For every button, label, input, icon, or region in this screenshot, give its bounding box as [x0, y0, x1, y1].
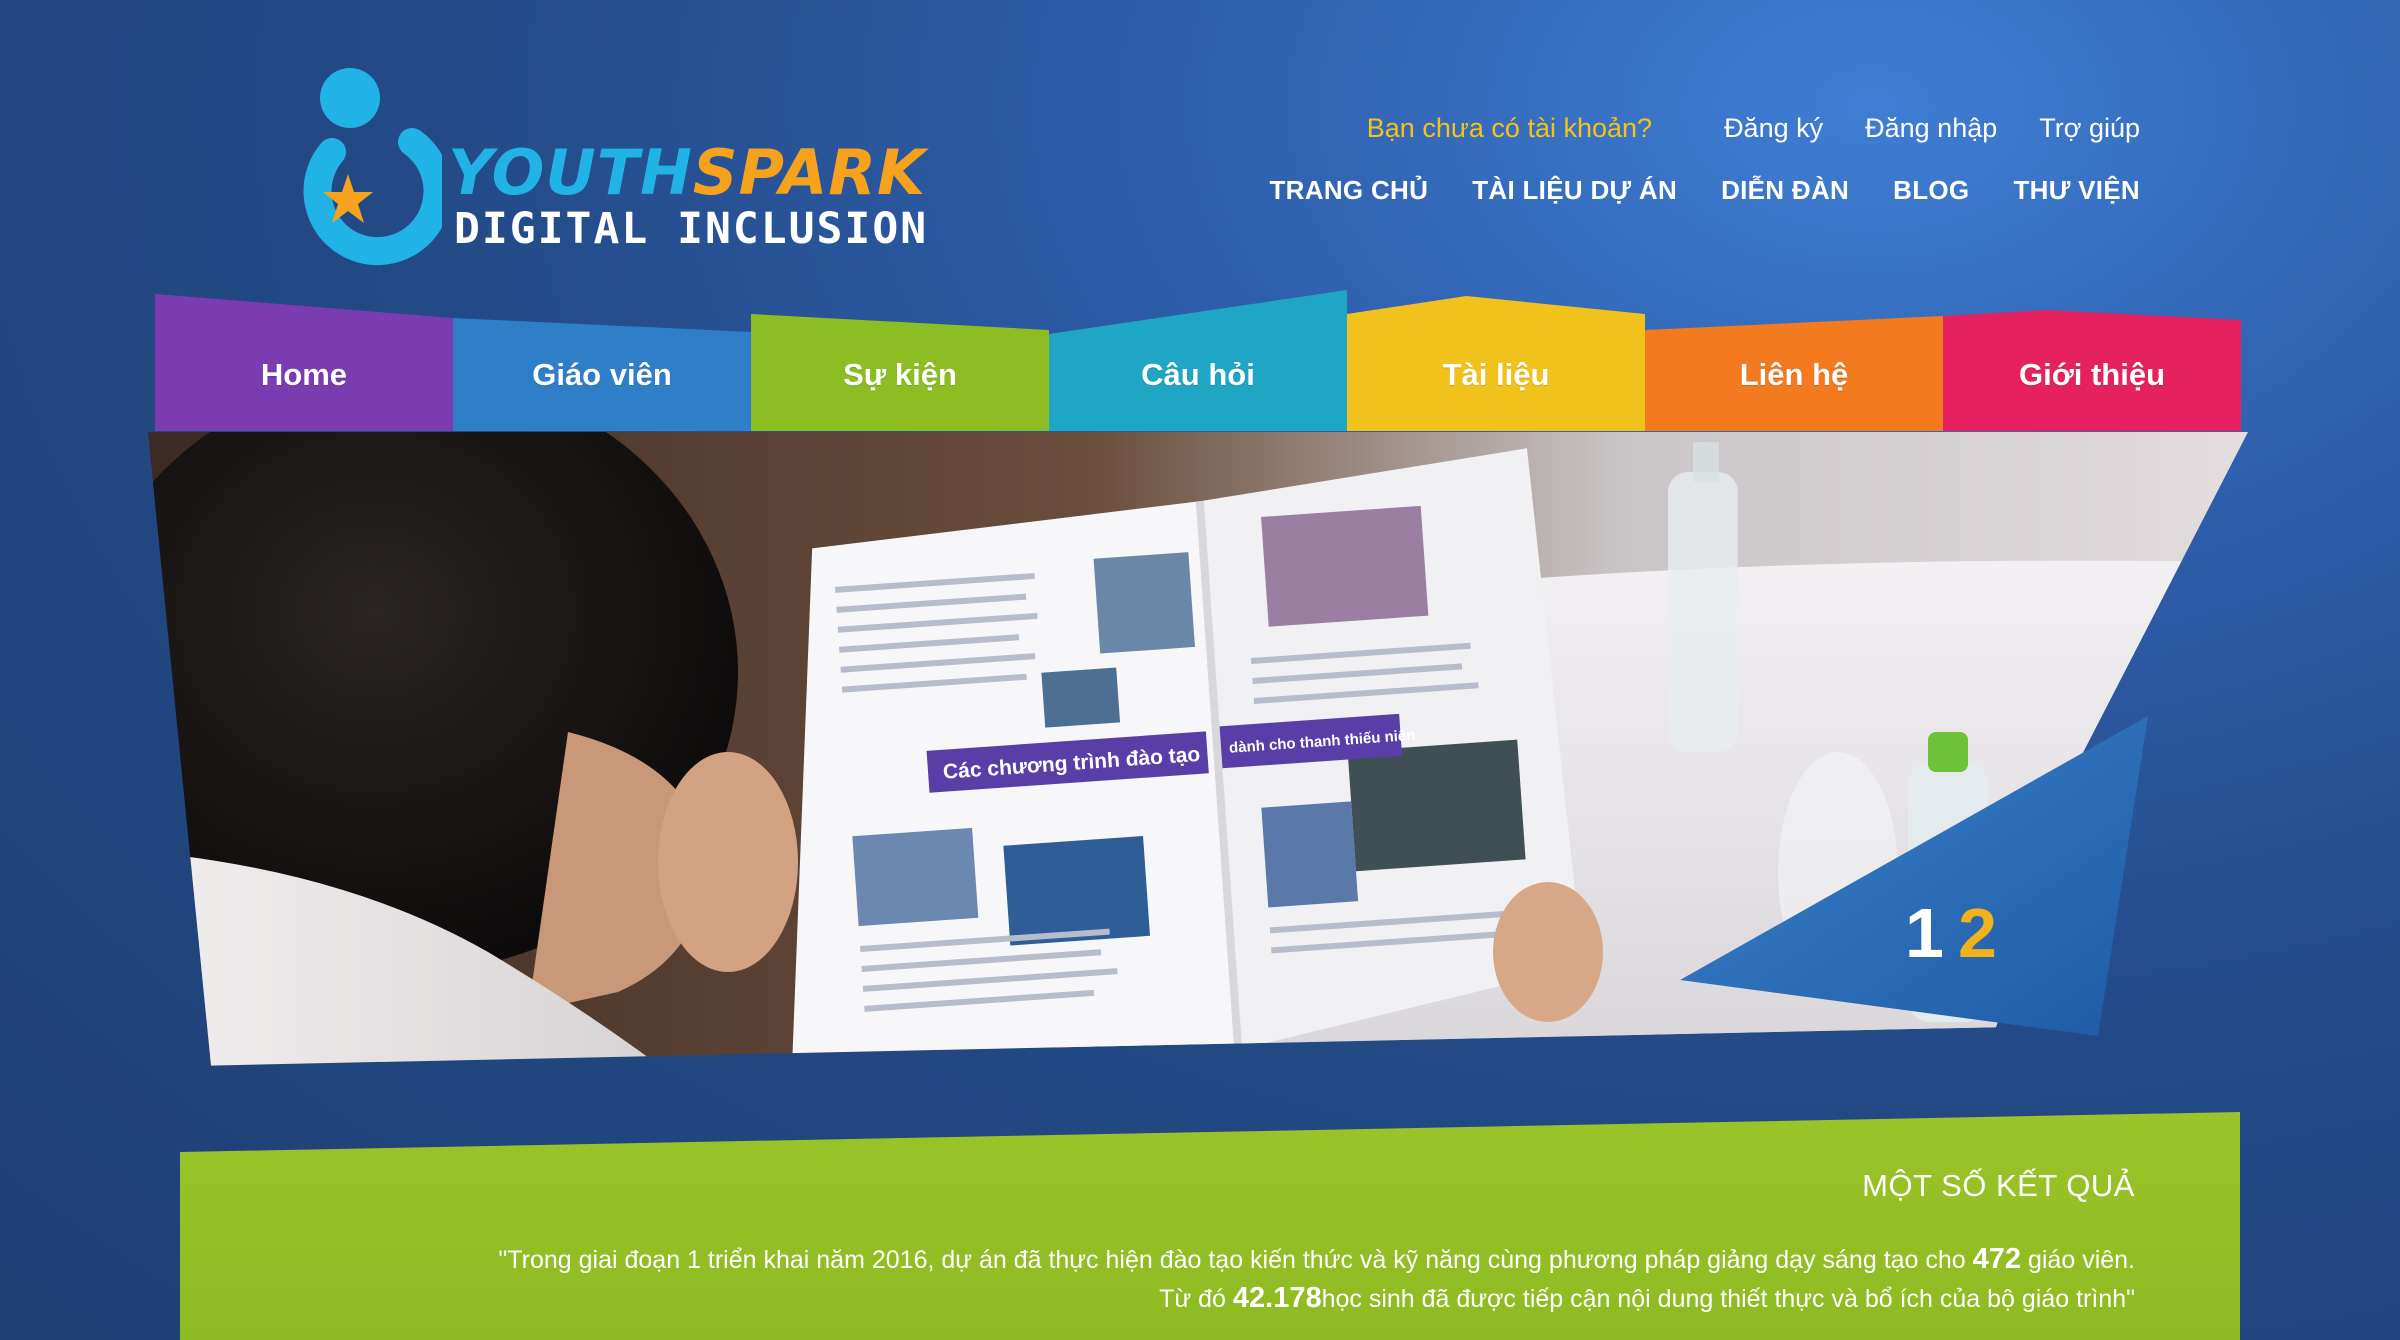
category-tabs: Home Giáo viên Sự kiện Câu hỏi Tài liệu … — [155, 290, 2243, 431]
nav-project-docs[interactable]: TÀI LIỆU DỰ ÁN — [1472, 175, 1677, 206]
nav-home[interactable]: TRANG CHỦ — [1270, 175, 1429, 206]
login-link[interactable]: Đăng nhập — [1865, 113, 1997, 144]
results-line2-post: học sinh đã được tiếp cận nội dung thiết… — [1321, 1285, 2135, 1313]
tab-contact[interactable]: Liên hệ — [1645, 316, 1943, 431]
tab-contact-label: Liên hệ — [1739, 357, 1849, 392]
slide-indicator: 1 2 — [1905, 898, 1997, 968]
slide-2-button[interactable]: 2 — [1958, 898, 1997, 968]
logo-word-youth: YOUTH — [448, 136, 693, 209]
tab-teachers-label: Giáo viên — [532, 357, 672, 392]
logo-wordmark: YOUTHSPARK — [448, 142, 926, 204]
register-link[interactable]: Đăng ký — [1724, 113, 1823, 144]
logo-word-spark: SPARK — [692, 136, 927, 209]
slide-1-button[interactable]: 1 — [1905, 898, 1944, 968]
tab-home-label: Home — [260, 357, 348, 392]
hero-banner: Các chương trình đào tạo dành cho thanh … — [148, 432, 2248, 1066]
help-link[interactable]: Trợ giúp — [2039, 113, 2140, 144]
top-navigation: TRANG CHỦ TÀI LIỆU DỰ ÁN DIỄN ĐÀN BLOG T… — [1270, 172, 2141, 208]
account-prompt: Bạn chưa có tài khoản? — [1366, 112, 1653, 143]
tab-teachers[interactable]: Giáo viên — [453, 318, 751, 431]
nav-library[interactable]: THƯ VIỆN — [2013, 175, 2140, 206]
hero-photo: Các chương trình đào tạo dành cho thanh … — [148, 432, 2248, 1066]
tab-questions-label: Câu hỏi — [1141, 357, 1255, 392]
tab-events-label: Sự kiện — [843, 357, 957, 392]
account-links: Bạn chưa có tài khoản? Đăng ký Đăng nhập… — [1367, 110, 2140, 146]
results-line2-pre: Từ đó — [1159, 1285, 1233, 1313]
students-count: 42.178 — [1232, 1282, 1322, 1314]
results-section: MỘT SỐ KẾT QUẢ "Trong giai đoạn 1 triển … — [180, 1112, 2240, 1340]
logo-subtitle: DIGITAL INCLUSION — [454, 204, 929, 254]
teachers-count: 472 — [1972, 1243, 2022, 1275]
results-line1-post: giáo viên. — [2021, 1246, 2135, 1274]
tab-documents[interactable]: Tài liệu — [1347, 296, 1645, 431]
tab-home[interactable]: Home — [155, 294, 453, 431]
tab-documents-label: Tài liệu — [1442, 357, 1550, 392]
nav-blog[interactable]: BLOG — [1893, 175, 1969, 206]
site-logo[interactable]: YOUTHSPARK DIGITAL INCLUSION — [262, 62, 926, 272]
logo-mark-icon — [303, 68, 442, 266]
results-text: "Trong giai đoạn 1 triển khai năm 2016, … — [435, 1240, 2135, 1318]
tab-about-label: Giới thiệu — [2018, 357, 2166, 392]
nav-forum[interactable]: DIỄN ĐÀN — [1721, 175, 1849, 206]
tab-questions[interactable]: Câu hỏi — [1049, 290, 1347, 431]
results-line1-pre: "Trong giai đoạn 1 triển khai năm 2016, … — [498, 1246, 1973, 1274]
results-title: MỘT SỐ KẾT QUẢ — [1862, 1168, 2135, 1203]
tab-events[interactable]: Sự kiện — [751, 314, 1049, 431]
tab-about[interactable]: Giới thiệu — [1943, 310, 2241, 431]
